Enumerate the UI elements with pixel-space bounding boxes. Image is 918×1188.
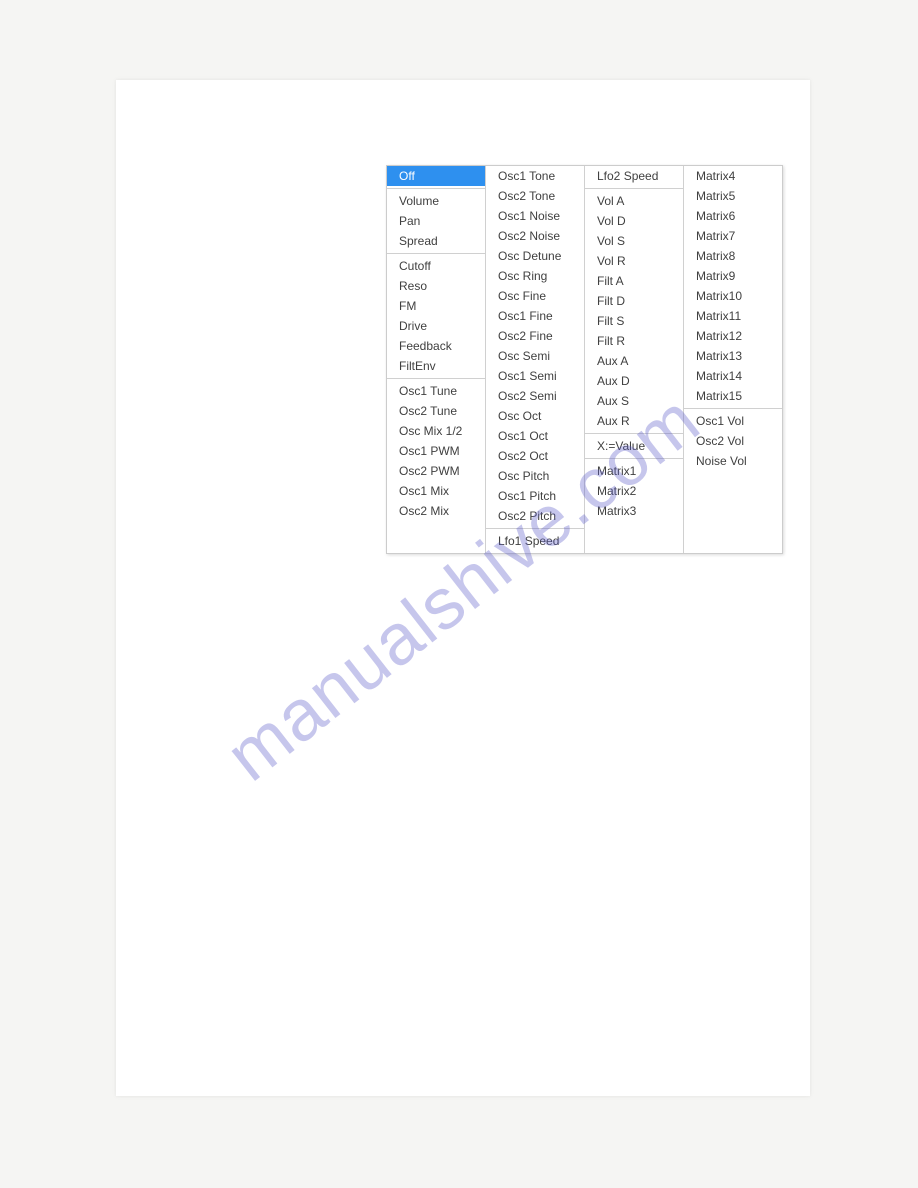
menu-item[interactable]: Osc Pitch <box>486 466 584 486</box>
menu-item[interactable]: Osc1 Mix <box>387 481 485 501</box>
menu-column: Off VolumePanSpread CutoffResoFMDriveFeedb… <box>387 166 486 553</box>
menu-item[interactable]: Matrix14 <box>684 366 782 386</box>
menu-item[interactable]: Osc2 Semi <box>486 386 584 406</box>
menu-item[interactable]: Filt S <box>585 311 683 331</box>
menu-item[interactable]: Osc Ring <box>486 266 584 286</box>
menu-item[interactable]: Osc2 Vol <box>684 431 782 451</box>
menu-separator <box>387 253 485 254</box>
menu-item[interactable]: Osc Detune <box>486 246 584 266</box>
menu-item[interactable]: Matrix8 <box>684 246 782 266</box>
menu-item[interactable]: Vol R <box>585 251 683 271</box>
menu-separator <box>387 378 485 379</box>
menu-item[interactable]: Reso <box>387 276 485 296</box>
menu-item[interactable]: Matrix12 <box>684 326 782 346</box>
menu-separator <box>387 188 485 189</box>
menu-item[interactable]: Aux A <box>585 351 683 371</box>
menu-item[interactable]: Aux R <box>585 411 683 431</box>
menu-item[interactable]: Lfo2 Speed <box>585 166 683 186</box>
menu-item[interactable]: Osc2 Tone <box>486 186 584 206</box>
menu-item[interactable]: Off <box>387 166 485 186</box>
menu-item[interactable]: Lfo1 Speed <box>486 531 584 551</box>
menu-item[interactable]: Matrix2 <box>585 481 683 501</box>
menu-item[interactable]: Filt D <box>585 291 683 311</box>
menu-item[interactable]: Vol S <box>585 231 683 251</box>
menu-item[interactable]: Noise Vol <box>684 451 782 471</box>
menu-separator <box>585 188 683 189</box>
menu-item[interactable]: Osc1 Oct <box>486 426 584 446</box>
menu-separator <box>585 433 683 434</box>
menu-item[interactable]: Vol D <box>585 211 683 231</box>
menu-item[interactable]: Filt R <box>585 331 683 351</box>
menu-item[interactable]: Osc Fine <box>486 286 584 306</box>
menu-item[interactable]: Drive <box>387 316 485 336</box>
menu-item[interactable]: Osc1 Noise <box>486 206 584 226</box>
menu-item[interactable]: Matrix4 <box>684 166 782 186</box>
menu-item[interactable]: Matrix3 <box>585 501 683 521</box>
menu-item[interactable]: Osc2 Mix <box>387 501 485 521</box>
menu-item[interactable]: Osc Oct <box>486 406 584 426</box>
menu-item[interactable]: Cutoff <box>387 256 485 276</box>
document-page: Off VolumePanSpread CutoffResoFMDriveFeedb… <box>116 80 810 1096</box>
menu-item[interactable]: Osc2 PWM <box>387 461 485 481</box>
menu-item[interactable]: Aux D <box>585 371 683 391</box>
menu-item[interactable]: Matrix7 <box>684 226 782 246</box>
menu-item[interactable]: Pan <box>387 211 485 231</box>
menu-item[interactable]: X:=Value <box>585 436 683 456</box>
menu-item[interactable]: Matrix5 <box>684 186 782 206</box>
menu-item[interactable]: FiltEnv <box>387 356 485 376</box>
menu-item[interactable]: Feedback <box>387 336 485 356</box>
menu-item[interactable]: Osc2 Noise <box>486 226 584 246</box>
menu-column: Osc1 ToneOsc2 ToneOsc1 NoiseOsc2 NoiseOs… <box>486 166 585 553</box>
menu-column: Matrix4Matrix5Matrix6Matrix7Matrix8Matri… <box>684 166 782 553</box>
menu-item[interactable]: Osc1 Fine <box>486 306 584 326</box>
menu-separator <box>486 528 584 529</box>
menu-item[interactable]: Osc1 Tune <box>387 381 485 401</box>
menu-separator <box>585 458 683 459</box>
menu-item[interactable]: Matrix9 <box>684 266 782 286</box>
menu-item[interactable]: Osc2 Oct <box>486 446 584 466</box>
menu-column: Lfo2 SpeedVol AVol DVol SVol RFilt AFilt… <box>585 166 684 553</box>
parameter-menu: Off VolumePanSpread CutoffResoFMDriveFeedb… <box>386 165 783 554</box>
menu-item[interactable]: Matrix6 <box>684 206 782 226</box>
menu-item[interactable]: Vol A <box>585 191 683 211</box>
menu-item[interactable]: Osc Semi <box>486 346 584 366</box>
menu-item[interactable]: Matrix10 <box>684 286 782 306</box>
menu-item[interactable]: Osc2 Tune <box>387 401 485 421</box>
menu-item[interactable]: Osc1 PWM <box>387 441 485 461</box>
menu-item[interactable]: Osc Mix 1/2 <box>387 421 485 441</box>
menu-item[interactable]: Osc2 Fine <box>486 326 584 346</box>
menu-item[interactable]: Volume <box>387 191 485 211</box>
menu-item[interactable]: Osc1 Semi <box>486 366 584 386</box>
menu-item[interactable]: Osc1 Vol <box>684 411 782 431</box>
menu-item[interactable]: Matrix15 <box>684 386 782 406</box>
menu-item[interactable]: FM <box>387 296 485 316</box>
menu-item[interactable]: Filt A <box>585 271 683 291</box>
menu-item[interactable]: Matrix13 <box>684 346 782 366</box>
menu-item[interactable]: Aux S <box>585 391 683 411</box>
menu-item[interactable]: Spread <box>387 231 485 251</box>
menu-item[interactable]: Matrix1 <box>585 461 683 481</box>
menu-item[interactable]: Matrix11 <box>684 306 782 326</box>
menu-item[interactable]: Osc2 Pitch <box>486 506 584 526</box>
menu-separator <box>684 408 782 409</box>
menu-item[interactable]: Osc1 Tone <box>486 166 584 186</box>
menu-item[interactable]: Osc1 Pitch <box>486 486 584 506</box>
